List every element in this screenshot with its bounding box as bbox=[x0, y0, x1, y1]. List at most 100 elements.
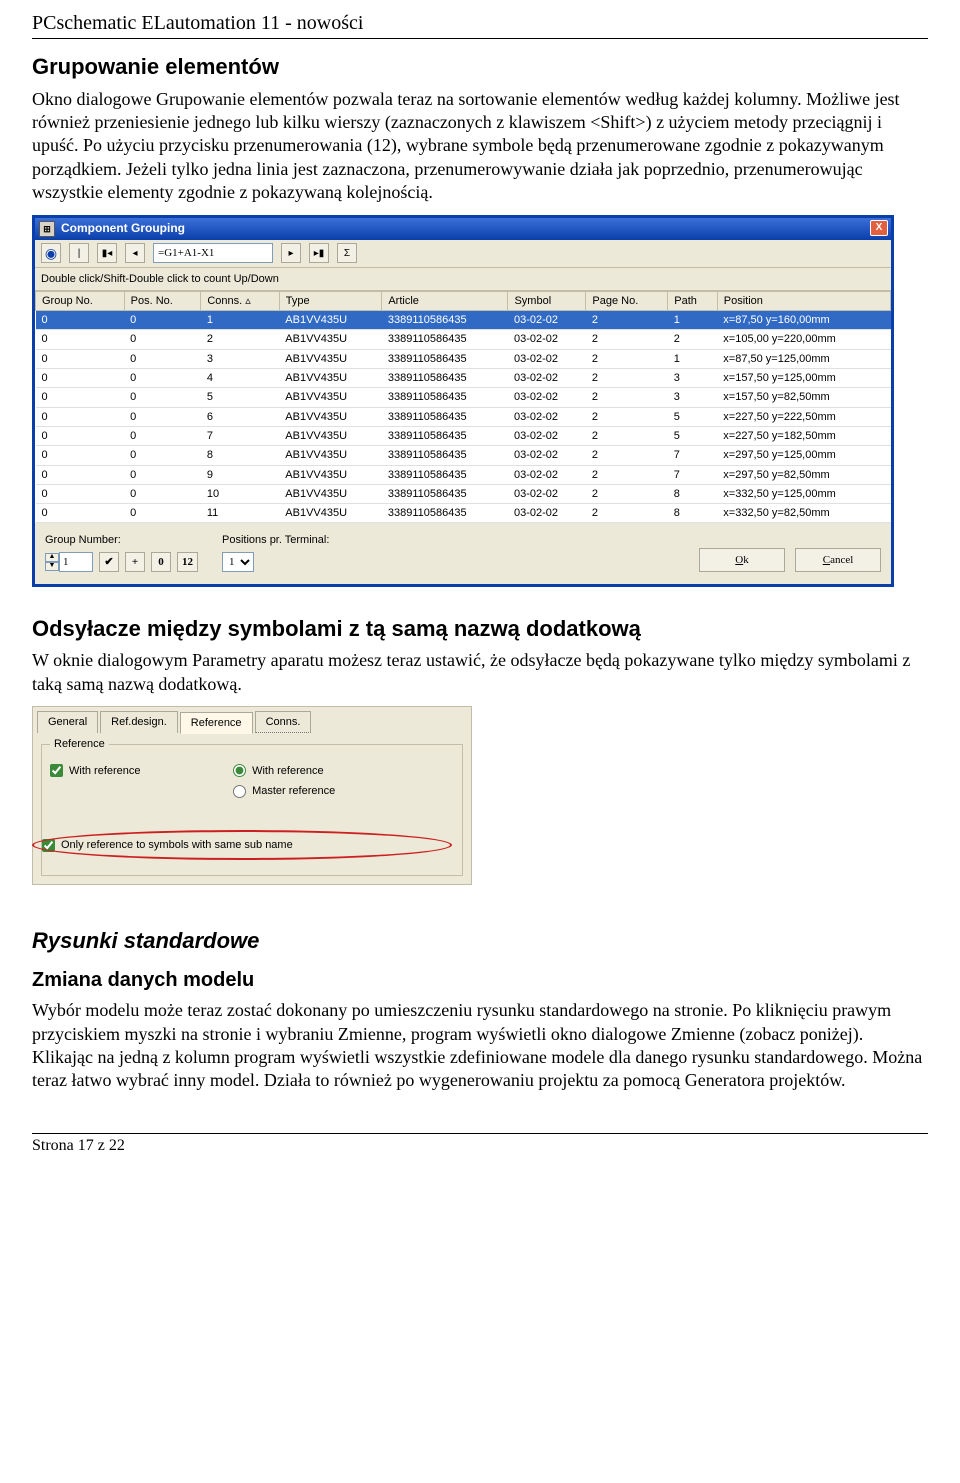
table-cell: 5 bbox=[668, 426, 718, 445]
group-number-input[interactable] bbox=[59, 552, 93, 572]
table-cell: 2 bbox=[586, 407, 668, 426]
table-cell: 03-02-02 bbox=[508, 388, 586, 407]
window-toolbar: ◉ | ▮◂ ◂ ▸ ▸▮ Σ bbox=[35, 240, 891, 268]
window-titlebar[interactable]: ⊞ Component Grouping X bbox=[35, 218, 891, 240]
table-cell: 8 bbox=[668, 484, 718, 503]
table-cell: 0 bbox=[124, 407, 201, 426]
table-header[interactable]: Path bbox=[668, 291, 718, 310]
first-icon[interactable]: ▮◂ bbox=[97, 243, 117, 263]
with-reference-radio[interactable] bbox=[233, 764, 246, 777]
divider-icon: | bbox=[69, 243, 89, 263]
table-cell: AB1VV435U bbox=[279, 446, 382, 465]
table-cell: 2 bbox=[586, 465, 668, 484]
table-cell: 3389110586435 bbox=[382, 504, 508, 523]
zero-button[interactable]: 0 bbox=[151, 552, 171, 572]
positions-select[interactable]: 1 bbox=[222, 552, 254, 572]
table-cell: AB1VV435U bbox=[279, 369, 382, 388]
table-cell: 8 bbox=[668, 504, 718, 523]
table-row[interactable]: 004AB1VV435U338911058643503-02-0223x=157… bbox=[36, 369, 891, 388]
with-reference-checkbox[interactable] bbox=[50, 764, 63, 777]
table-cell: 0 bbox=[36, 349, 125, 368]
table-cell: 2 bbox=[586, 484, 668, 503]
table-row[interactable]: 008AB1VV435U338911058643503-02-0227x=297… bbox=[36, 446, 891, 465]
table-cell: 0 bbox=[36, 388, 125, 407]
next-icon[interactable]: ▸ bbox=[281, 243, 301, 263]
document-header: PCschematic ELautomation 11 - nowości bbox=[32, 10, 928, 39]
table-row[interactable]: 006AB1VV435U338911058643503-02-0225x=227… bbox=[36, 407, 891, 426]
last-icon[interactable]: ▸▮ bbox=[309, 243, 329, 263]
stepper-down-icon[interactable]: ▼ bbox=[45, 562, 59, 571]
sum-icon[interactable]: Σ bbox=[337, 243, 357, 263]
table-header[interactable]: Group No. bbox=[36, 291, 125, 310]
table-cell: 7 bbox=[201, 426, 279, 445]
table-cell: 0 bbox=[124, 330, 201, 349]
table-row[interactable]: 003AB1VV435U338911058643503-02-0221x=87,… bbox=[36, 349, 891, 368]
table-header[interactable]: Type bbox=[279, 291, 382, 310]
table-cell: 6 bbox=[201, 407, 279, 426]
tab-general[interactable]: General bbox=[37, 711, 98, 733]
table-cell: 3389110586435 bbox=[382, 311, 508, 330]
table-header[interactable]: Position bbox=[717, 291, 890, 310]
formula-input[interactable] bbox=[153, 243, 273, 263]
check-button[interactable]: ✔ bbox=[99, 552, 119, 572]
cancel-button[interactable]: Cancel bbox=[795, 548, 881, 572]
table-cell: 7 bbox=[668, 465, 718, 484]
table-cell: 0 bbox=[36, 369, 125, 388]
table-header[interactable]: Pos. No. bbox=[124, 291, 201, 310]
table-cell: 2 bbox=[586, 426, 668, 445]
window-bottom-bar: Group Number: ▲ ▼ ✔ + 0 12 Positions pr.… bbox=[35, 523, 891, 583]
tab-reference[interactable]: Reference bbox=[180, 712, 253, 734]
only-same-subname-checkbox[interactable] bbox=[42, 839, 55, 852]
table-cell: x=297,50 y=125,00mm bbox=[717, 446, 890, 465]
prev-icon[interactable]: ◂ bbox=[125, 243, 145, 263]
table-cell: 03-02-02 bbox=[508, 504, 586, 523]
table-row[interactable]: 005AB1VV435U338911058643503-02-0223x=157… bbox=[36, 388, 891, 407]
table-header[interactable]: Symbol bbox=[508, 291, 586, 310]
table-cell: 3389110586435 bbox=[382, 407, 508, 426]
table-cell: 2 bbox=[586, 388, 668, 407]
master-reference-radio[interactable] bbox=[233, 785, 246, 798]
table-cell: AB1VV435U bbox=[279, 407, 382, 426]
table-cell: 0 bbox=[124, 349, 201, 368]
paragraph-model-data: Wybór modelu może teraz zostać dokonany … bbox=[32, 999, 928, 1093]
table-cell: 2 bbox=[201, 330, 279, 349]
table-cell: 0 bbox=[36, 484, 125, 503]
table-header[interactable]: Conns. ▵ bbox=[201, 291, 279, 310]
stepper-up-icon[interactable]: ▲ bbox=[45, 553, 59, 562]
view-icon[interactable]: ◉ bbox=[41, 243, 61, 263]
table-cell: 2 bbox=[586, 330, 668, 349]
table-cell: 03-02-02 bbox=[508, 465, 586, 484]
table-cell: 5 bbox=[668, 407, 718, 426]
table-cell: 3389110586435 bbox=[382, 349, 508, 368]
table-row[interactable]: 007AB1VV435U338911058643503-02-0225x=227… bbox=[36, 426, 891, 445]
table-header[interactable]: Page No. bbox=[586, 291, 668, 310]
table-cell: 3389110586435 bbox=[382, 330, 508, 349]
table-cell: AB1VV435U bbox=[279, 330, 382, 349]
table-cell: 0 bbox=[36, 330, 125, 349]
table-header[interactable]: Article bbox=[382, 291, 508, 310]
table-cell: 03-02-02 bbox=[508, 349, 586, 368]
heading-model-data: Zmiana danych modelu bbox=[32, 967, 928, 993]
close-icon[interactable]: X bbox=[870, 220, 888, 236]
group-number-stepper[interactable]: ▲ ▼ bbox=[45, 552, 93, 572]
table-cell: 0 bbox=[124, 484, 201, 503]
table-cell: 2 bbox=[586, 504, 668, 523]
reference-legend: Reference bbox=[50, 737, 109, 751]
renumber-12-button[interactable]: 12 bbox=[177, 552, 198, 572]
reference-tabs: General Ref.design. Reference Conns. bbox=[33, 707, 471, 733]
table-row[interactable]: 002AB1VV435U338911058643503-02-0222x=105… bbox=[36, 330, 891, 349]
tab-refdesign[interactable]: Ref.design. bbox=[100, 711, 178, 733]
table-cell: AB1VV435U bbox=[279, 504, 382, 523]
tab-conns[interactable]: Conns. bbox=[255, 711, 312, 733]
table-cell: 0 bbox=[36, 311, 125, 330]
plus-button[interactable]: + bbox=[125, 552, 145, 572]
table-row[interactable]: 009AB1VV435U338911058643503-02-0227x=297… bbox=[36, 465, 891, 484]
table-row[interactable]: 001AB1VV435U338911058643503-02-0221x=87,… bbox=[36, 311, 891, 330]
table-row[interactable]: 0011AB1VV435U338911058643503-02-0228x=33… bbox=[36, 504, 891, 523]
table-cell: 03-02-02 bbox=[508, 484, 586, 503]
table-cell: 1 bbox=[668, 349, 718, 368]
table-row[interactable]: 0010AB1VV435U338911058643503-02-0228x=33… bbox=[36, 484, 891, 503]
ok-button[interactable]: Ok bbox=[699, 548, 785, 572]
table-cell: 03-02-02 bbox=[508, 369, 586, 388]
table-cell: AB1VV435U bbox=[279, 465, 382, 484]
